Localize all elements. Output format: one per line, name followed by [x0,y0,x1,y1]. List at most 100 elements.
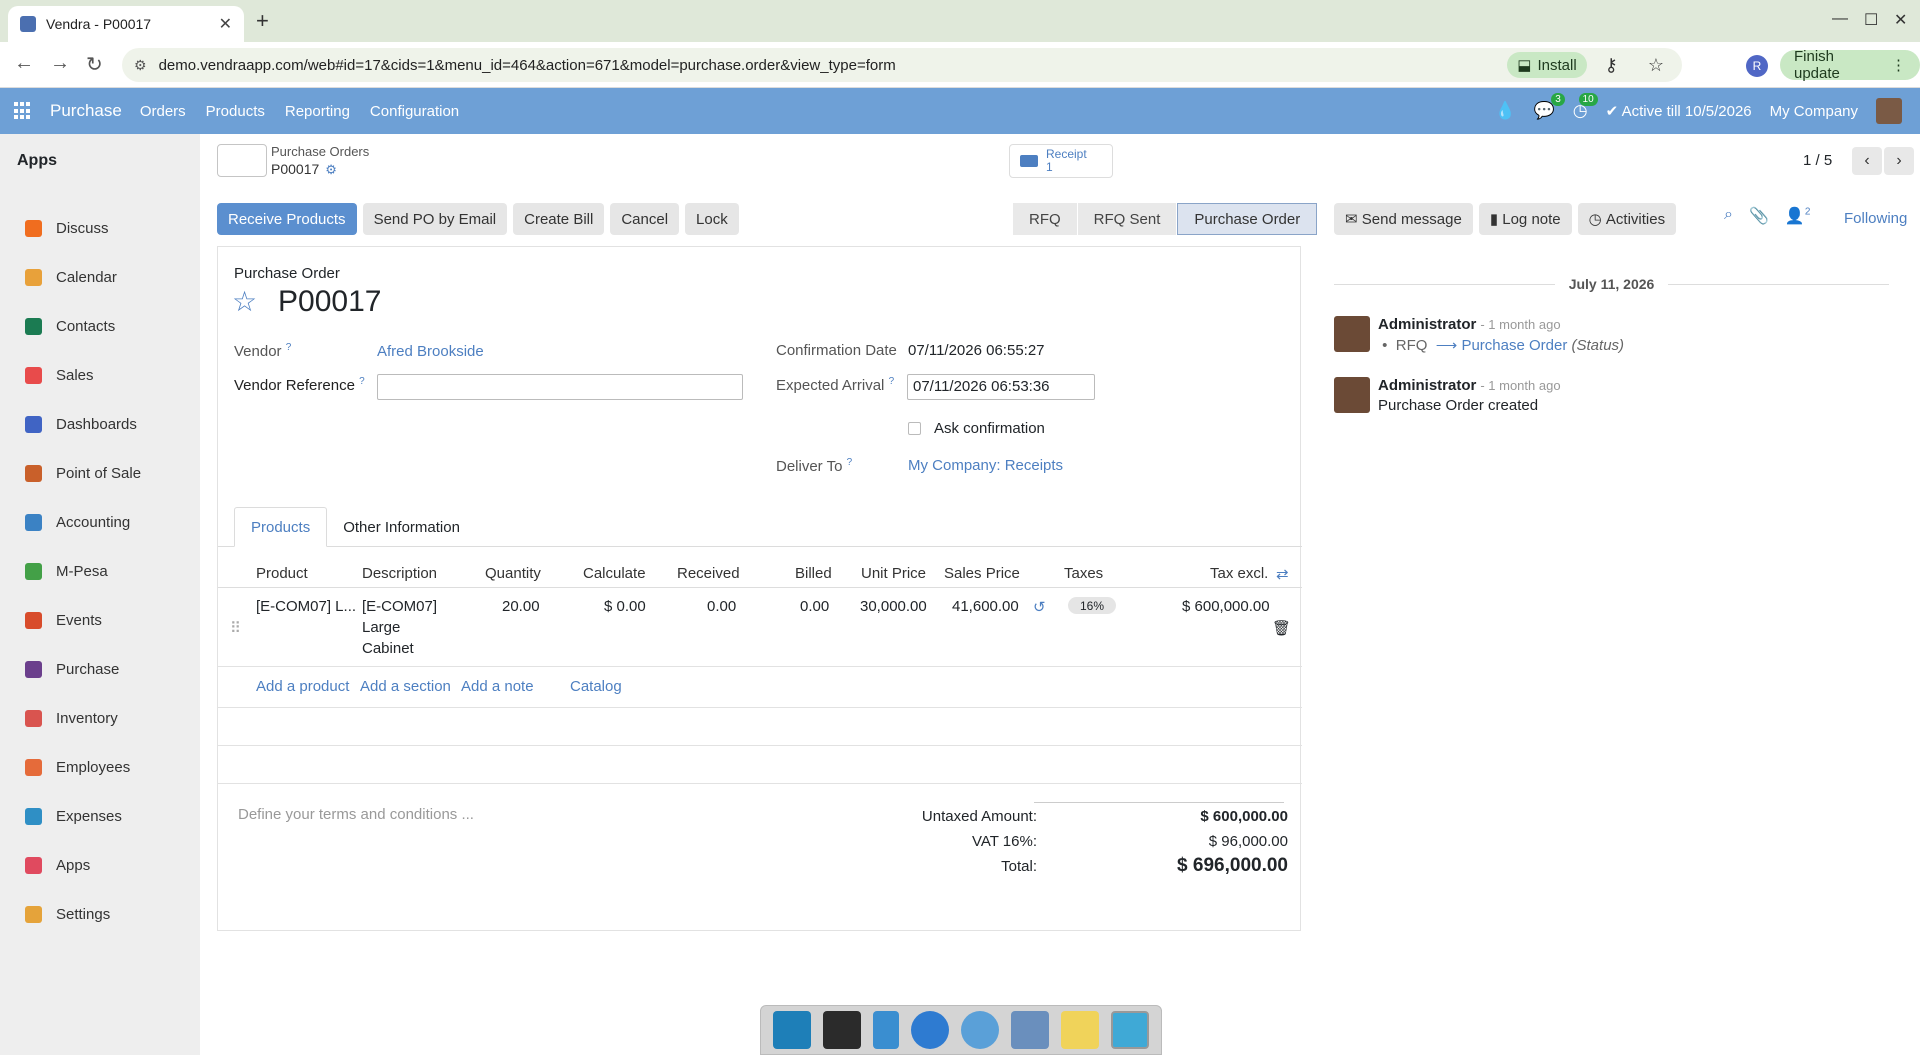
files-icon[interactable] [1061,1011,1099,1049]
sidebar-item-calendar[interactable]: Calendar [0,253,200,302]
app-menu-icon[interactable] [14,102,32,120]
expected-arrival-input[interactable]: 07/11/2026 06:53:36 [907,374,1095,400]
col-taxes[interactable]: Taxes [1064,565,1103,582]
terminal-icon[interactable] [823,1011,861,1049]
sidebar-item-point-of-sale[interactable]: Point of Sale [0,449,200,498]
col-billed[interactable]: Billed [795,565,832,582]
user-avatar[interactable] [1876,98,1902,124]
row-unit-price[interactable]: 30,000.00 [860,598,927,615]
profile-avatar[interactable]: R [1746,55,1768,77]
tax-badge[interactable]: 16% [1068,597,1116,614]
row-quantity[interactable]: 20.00 [502,598,540,615]
author-avatar[interactable] [1334,377,1370,413]
reload-icon[interactable]: ↻ [86,52,103,77]
browser-tab[interactable]: Vendra - P00017 ✕ [8,6,244,42]
reset-price-icon[interactable]: ↺ [1033,598,1046,616]
omnibox[interactable]: ⚙ demo.vendraapp.com/web#id=17&cids=1&me… [122,48,1682,82]
confirmation-date-value[interactable]: 07/11/2026 06:55:27 [908,342,1045,359]
row-description-line-1[interactable]: [E-COM07] [362,598,437,615]
search-icon[interactable]: ⌕ [1724,206,1733,226]
following-button[interactable]: Following [1844,210,1907,227]
col-sales-price[interactable]: Sales Price [944,565,1020,582]
sidebar-item-events[interactable]: Events [0,596,200,645]
sidebar-item-settings[interactable]: Settings [0,890,200,939]
browser-globe-icon[interactable] [911,1011,949,1049]
sidebar-item-purchase[interactable]: Purchase [0,645,200,694]
log-note-button[interactable]: ▮ Log note [1478,203,1572,235]
receive-products-button[interactable]: Receive Products [217,203,357,235]
send-po-email-button[interactable]: Send PO by Email [362,203,508,235]
col-received[interactable]: Received [677,565,740,582]
url-text[interactable]: demo.vendraapp.com/web#id=17&cids=1&menu… [159,57,1496,74]
sidebar-item-m-pesa[interactable]: M-Pesa [0,547,200,596]
deliver-to-field[interactable]: My Company: Receipts [908,457,1063,474]
activity-clock-icon[interactable]: ◷ 10 [1573,93,1598,121]
delete-row-icon[interactable]: 🗑 [1272,619,1291,637]
back-icon[interactable]: ← [14,52,34,75]
close-window-icon[interactable]: ✕ [1894,10,1907,30]
folder-icon[interactable] [1011,1011,1049,1049]
next-record-button[interactable]: › [1884,147,1914,175]
col-unit-price[interactable]: Unit Price [861,565,926,582]
tab-products[interactable]: Products [234,507,328,547]
col-tax-excl[interactable]: Tax excl. [1210,565,1268,582]
row-product[interactable]: [E-COM07] L... [256,598,356,615]
terms-conditions-field[interactable]: Define your terms and conditions ... [238,806,474,823]
gear-icon[interactable]: ⚙ [325,162,337,177]
menu-products[interactable]: Products [206,103,265,120]
bookmark-star-icon[interactable]: ☆ [1648,55,1664,76]
sidebar-item-accounting[interactable]: Accounting [0,498,200,547]
sidebar-item-inventory[interactable]: Inventory [0,694,200,743]
status-rfq-sent[interactable]: RFQ Sent [1077,203,1178,235]
author-name[interactable]: Administrator [1378,377,1476,394]
forward-icon[interactable]: → [50,52,70,75]
minimize-icon[interactable]: — [1832,10,1848,28]
drag-handle-icon[interactable]: ⠿ [230,619,241,637]
pager-value[interactable]: 1 / 5 [1803,152,1832,169]
tab-other-information[interactable]: Other Information [327,507,476,547]
vendor-reference-input[interactable] [377,374,743,400]
sidebar-item-contacts[interactable]: Contacts [0,302,200,351]
cancel-button[interactable]: Cancel [610,203,680,235]
add-product-link[interactable]: Add a product [256,678,349,695]
sidebar-item-employees[interactable]: Employees [0,743,200,792]
col-quantity[interactable]: Quantity [485,565,541,582]
menu-reporting[interactable]: Reporting [285,103,350,120]
author-name[interactable]: Administrator [1378,316,1476,333]
magnifier-icon[interactable] [961,1011,999,1049]
sidebar-item-dashboards[interactable]: Dashboards [0,400,200,449]
new-record-button[interactable] [217,144,267,177]
sidebar-item-expenses[interactable]: Expenses [0,792,200,841]
install-button[interactable]: ⬓ Install [1507,52,1587,78]
col-product[interactable]: Product [256,565,308,582]
followers-icon[interactable]: 👤2 [1785,206,1810,226]
text-editor-icon[interactable] [873,1011,899,1049]
vendor-field[interactable]: Afred Brookside [377,343,484,360]
star-icon[interactable]: ☆ [232,285,257,318]
author-avatar[interactable] [1334,316,1370,352]
sidebar-item-apps[interactable]: Apps [0,841,200,890]
paperclip-icon[interactable]: 📎 [1749,206,1769,226]
company-switcher[interactable]: My Company [1770,103,1858,120]
col-calculate[interactable]: Calculate [583,565,646,582]
status-rfq[interactable]: RFQ [1013,203,1078,235]
ask-confirmation-checkbox[interactable] [908,422,921,435]
add-section-link[interactable]: Add a section [360,678,451,695]
status-purchase-order[interactable]: Purchase Order [1177,203,1318,235]
menu-configuration[interactable]: Configuration [370,103,459,120]
sidebar-item-discuss[interactable]: Discuss [0,204,200,253]
breadcrumb-parent[interactable]: Purchase Orders [271,144,369,159]
lock-button[interactable]: Lock [685,203,739,235]
finish-update-button[interactable]: Finish update ⋮ [1780,48,1920,82]
add-note-link[interactable]: Add a note [461,678,534,695]
remote-desktop-icon[interactable] [1111,1011,1149,1049]
droplet-icon[interactable]: 💧 [1494,101,1515,121]
menu-orders[interactable]: Orders [140,103,186,120]
chat-icon[interactable]: 💬 3 [1534,93,1565,121]
row-description-line-3[interactable]: Cabinet [362,640,414,657]
catalog-link[interactable]: Catalog [570,678,622,695]
row-description-line-2[interactable]: Large [362,619,400,636]
app-brand[interactable]: Purchase [50,101,122,121]
previous-record-button[interactable]: ‹ [1852,147,1882,175]
site-info-icon[interactable]: ⚙ [134,57,147,74]
